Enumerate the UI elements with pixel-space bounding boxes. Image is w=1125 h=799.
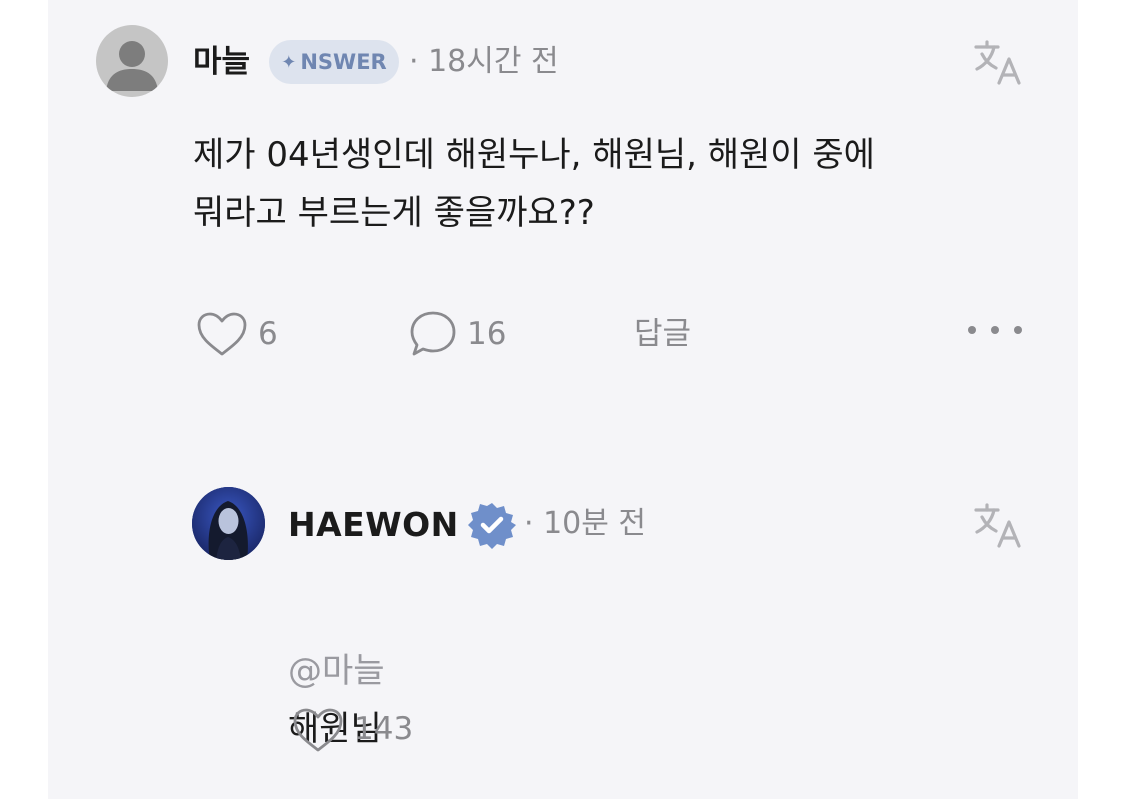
comment-timestamp: · 18시간 전: [409, 44, 559, 79]
comment-text: 제가 04년생인데 해원누나, 해원님, 해원이 중에 뭐라고 부르는게 좋을까…: [193, 135, 875, 233]
like-count: 6: [258, 316, 278, 352]
reply-like-button[interactable]: [292, 707, 344, 757]
comment-author-name[interactable]: 마늘: [193, 40, 250, 84]
artist-avatar[interactable]: [192, 487, 265, 560]
comment-card: [48, 0, 1078, 799]
heart-icon: [293, 708, 343, 752]
nswer-badge: ✦ NSWER: [269, 40, 399, 84]
spark-icon: ✦: [281, 51, 297, 73]
reply-button[interactable]: 답글: [634, 312, 691, 356]
reply-author-name[interactable]: HAEWON: [288, 503, 459, 547]
like-button[interactable]: [196, 311, 248, 361]
comment-button[interactable]: [408, 309, 458, 363]
heart-icon: [197, 312, 247, 356]
reply-timestamp: · 10분 전: [524, 506, 646, 541]
verified-badge-icon: [468, 501, 516, 553]
translate-icon[interactable]: [972, 37, 1024, 93]
translate-icon[interactable]: [972, 500, 1024, 556]
badge-label: NSWER: [300, 50, 387, 74]
user-avatar-icon[interactable]: [96, 25, 168, 97]
comment-bubble-icon: [410, 311, 456, 356]
reply-count: 16: [467, 316, 507, 352]
mention-link[interactable]: @마늘: [288, 651, 385, 691]
reply-like-count: 143: [354, 711, 414, 747]
more-icon[interactable]: [968, 320, 1022, 340]
